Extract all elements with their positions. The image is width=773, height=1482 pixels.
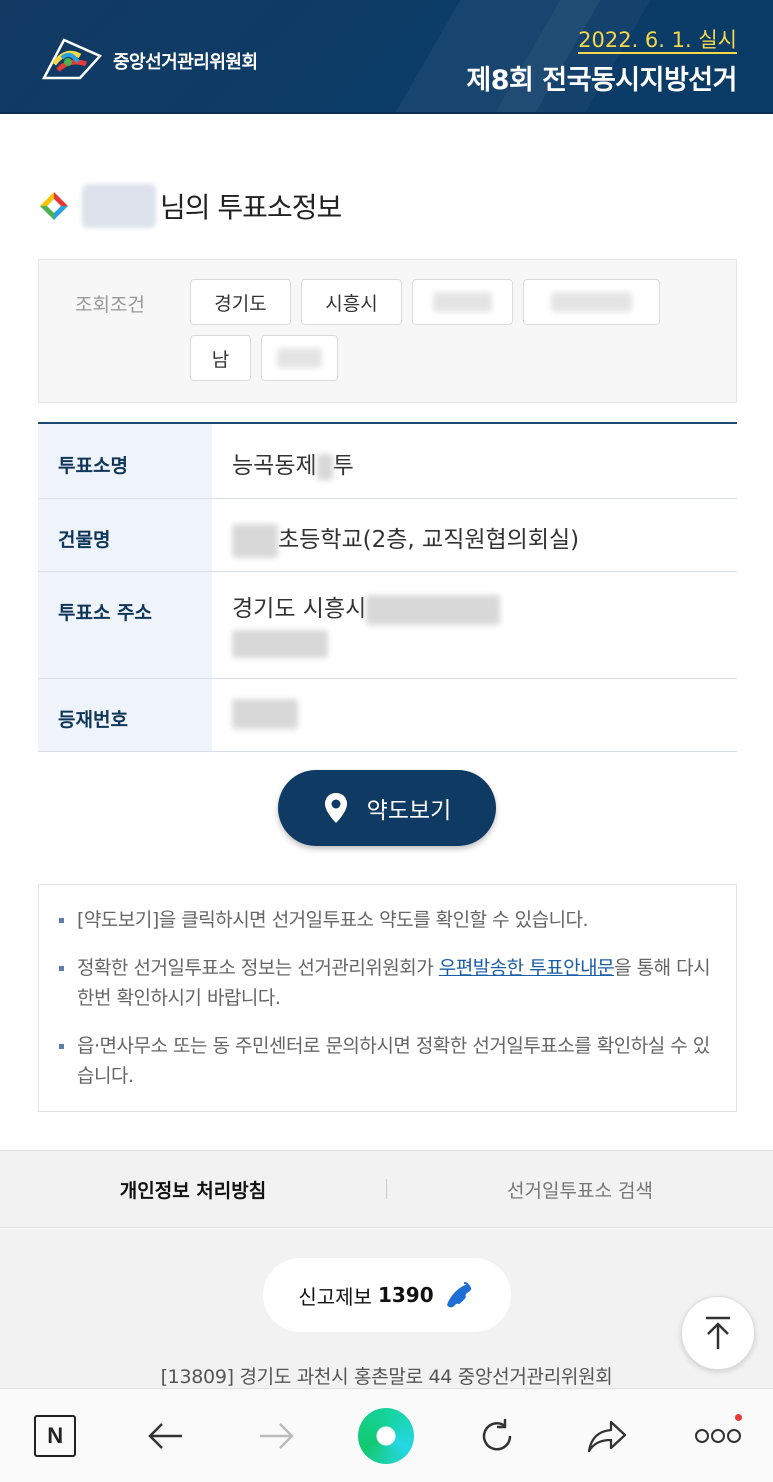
footer-address: [13809] 경기도 과천시 홍촌말로 44 중앙선거관리위원회	[160, 1366, 613, 1388]
back-button[interactable]	[136, 1406, 196, 1466]
building-text: 초등학교(2층, 교직원협의회실)	[278, 527, 580, 553]
table-head-building: 건물명	[38, 499, 212, 571]
forward-button[interactable]	[246, 1406, 306, 1466]
redacted-block	[232, 523, 278, 558]
election-date: 2022. 6. 1. 실시	[578, 28, 737, 54]
arrow-right-icon	[260, 1422, 294, 1449]
site-header: 중앙선거관리위원회 2022. 6. 1. 실시 제8회 전국동시지방선거	[0, 0, 773, 114]
election-title: 제8회 전국동시지방선거	[466, 65, 737, 96]
view-map-button[interactable]: 약도보기	[278, 770, 496, 846]
naver-n-icon: N	[34, 1414, 77, 1457]
more-menu-button[interactable]	[688, 1406, 748, 1466]
building-value: 초등학교(2층, 교직원협의회실)	[212, 499, 737, 571]
browser-toolbar: N	[0, 1388, 773, 1482]
address-text: 경기도 시흥시	[232, 596, 367, 622]
table-row: 건물명 초등학교(2층, 교직원협의회실)	[38, 499, 737, 572]
report-number: 1390	[377, 1283, 434, 1307]
scroll-to-top-button[interactable]	[681, 1296, 755, 1370]
phone-icon	[446, 1282, 471, 1308]
notice-item: 읍·면사무소 또는 동 주민센터로 문의하시면 정확한 선거일투표소를 확인하실…	[59, 1031, 716, 1091]
user-name-redacted	[82, 184, 156, 228]
table-head-register-number: 등재번호	[38, 679, 212, 751]
share-button[interactable]	[577, 1406, 637, 1466]
redacted-block	[366, 594, 501, 625]
filter-label: 조회조건	[75, 294, 145, 316]
refresh-icon	[482, 1418, 512, 1450]
table-row: 투표소명 능곡동제 투	[38, 424, 737, 499]
register-number-value	[212, 679, 737, 751]
filter-chip-redacted[interactable]	[523, 279, 660, 325]
notice-item: 정확한 선거일투표소 정보는 선거관리위원회가 우편발송한 투표안내문을 통해 …	[59, 953, 716, 1013]
redacted-block	[316, 453, 333, 480]
polling-name-value: 능곡동제 투	[212, 424, 737, 498]
green-dot-icon	[358, 1407, 415, 1464]
page-title-row: 님의 투표소정보	[38, 184, 342, 228]
table-row: 등재번호	[38, 679, 737, 752]
green-dot-button[interactable]	[356, 1406, 416, 1466]
filter-chip-redacted[interactable]	[261, 335, 338, 381]
privacy-policy-link[interactable]: 개인정보 처리방침	[0, 1176, 386, 1203]
address-value: 경기도 시흥시	[212, 572, 737, 678]
table-head-polling-name: 투표소명	[38, 424, 212, 498]
mailed-guide-link[interactable]: 우편발송한 투표안내문	[439, 957, 615, 979]
polling-name-tail: 투	[332, 453, 354, 479]
view-map-label: 약도보기	[366, 798, 452, 824]
polling-info-table: 투표소명 능곡동제 투 건물명 초등학교(2층, 교직원협의회실) 투표소 주소 …	[38, 422, 737, 752]
notice-text: 정확한 선거일투표소 정보는 선거관리위원회가	[77, 957, 439, 979]
table-row: 투표소 주소 경기도 시흥시	[38, 572, 737, 679]
footer-nav: 개인정보 처리방침 선거일투표소 검색	[0, 1150, 773, 1228]
org-name[interactable]: 중앙선거관리위원회	[113, 48, 258, 74]
polling-search-link[interactable]: 선거일투표소 검색	[387, 1176, 773, 1203]
notification-dot	[734, 1413, 742, 1421]
redacted-block	[232, 629, 328, 658]
redacted-block	[232, 699, 298, 729]
table-head-address: 투표소 주소	[38, 572, 212, 678]
arrow-left-icon	[147, 1422, 182, 1449]
share-arrow-icon	[588, 1420, 627, 1452]
filter-chip-redacted[interactable]	[412, 279, 513, 325]
filter-chip-province[interactable]: 경기도	[190, 279, 291, 325]
nec-logo-icon[interactable]	[40, 34, 104, 82]
notice-item: [약도보기]을 클릭하시면 선거일투표소 약도를 확인할 수 있습니다.	[59, 905, 716, 935]
diamond-logo-icon	[40, 192, 68, 220]
map-pin-icon	[324, 793, 347, 823]
refresh-button[interactable]	[467, 1406, 527, 1466]
report-hotline-button[interactable]: 신고제보 1390	[263, 1258, 511, 1332]
report-label: 신고제보	[298, 1284, 372, 1309]
filter-chip-city[interactable]: 시흥시	[301, 279, 402, 325]
more-dots-icon	[694, 1428, 741, 1443]
naver-home-button[interactable]: N	[25, 1406, 85, 1466]
polling-name-text: 능곡동제	[232, 453, 317, 479]
filter-chip-gender[interactable]: 남	[190, 335, 251, 381]
arrow-up-icon	[706, 1316, 730, 1349]
search-condition-box: 조회조건 경기도 시흥시 남	[38, 259, 737, 403]
notice-box: [약도보기]을 클릭하시면 선거일투표소 약도를 확인할 수 있습니다. 정확한…	[38, 884, 737, 1112]
page-title: 님의 투표소정보	[160, 191, 342, 224]
